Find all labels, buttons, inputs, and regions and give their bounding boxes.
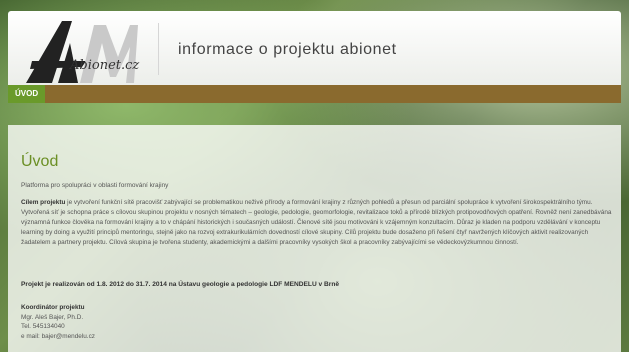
content-panel: Úvod Platforma pro spolupráci v oblasti … xyxy=(8,125,621,352)
intro-text: je vytvoření funkční sítě pracovišť zabý… xyxy=(21,199,612,246)
main-navigation: ÚVOD xyxy=(8,85,621,103)
page-subtitle: Platforma pro spolupráci v oblasti formo… xyxy=(21,182,169,189)
nav-item-uvod[interactable]: ÚVOD xyxy=(8,85,46,103)
intro-bold-lead: Cílem projektu xyxy=(21,199,66,206)
project-duration: Projekt je realizován od 1.8. 2012 do 31… xyxy=(21,281,340,288)
coordinator-email[interactable]: e mail: bajer@mendelu.cz xyxy=(21,332,95,342)
coordinator-block: Koordinátor projektu Mgr. Aleš Bajer, Ph… xyxy=(21,303,95,341)
page-title: Úvod xyxy=(21,153,59,170)
logo-divider xyxy=(158,23,159,75)
abionet-logo[interactable]: Abionet.cz xyxy=(22,17,140,85)
coordinator-name: Mgr. Aleš Bajer, Ph.D. xyxy=(21,313,84,321)
intro-paragraph: Cílem projektu je vytvoření funkční sítě… xyxy=(21,198,613,248)
site-header: Abionet.cz informace o projektu abionet xyxy=(8,11,621,85)
site-title: informace o projektu abionet xyxy=(178,41,397,58)
coordinator-heading: Koordinátor projektu xyxy=(21,304,85,311)
coordinator-phone: Tel. 545134040 xyxy=(21,323,65,330)
logo-text: Abionet.cz xyxy=(69,58,139,73)
